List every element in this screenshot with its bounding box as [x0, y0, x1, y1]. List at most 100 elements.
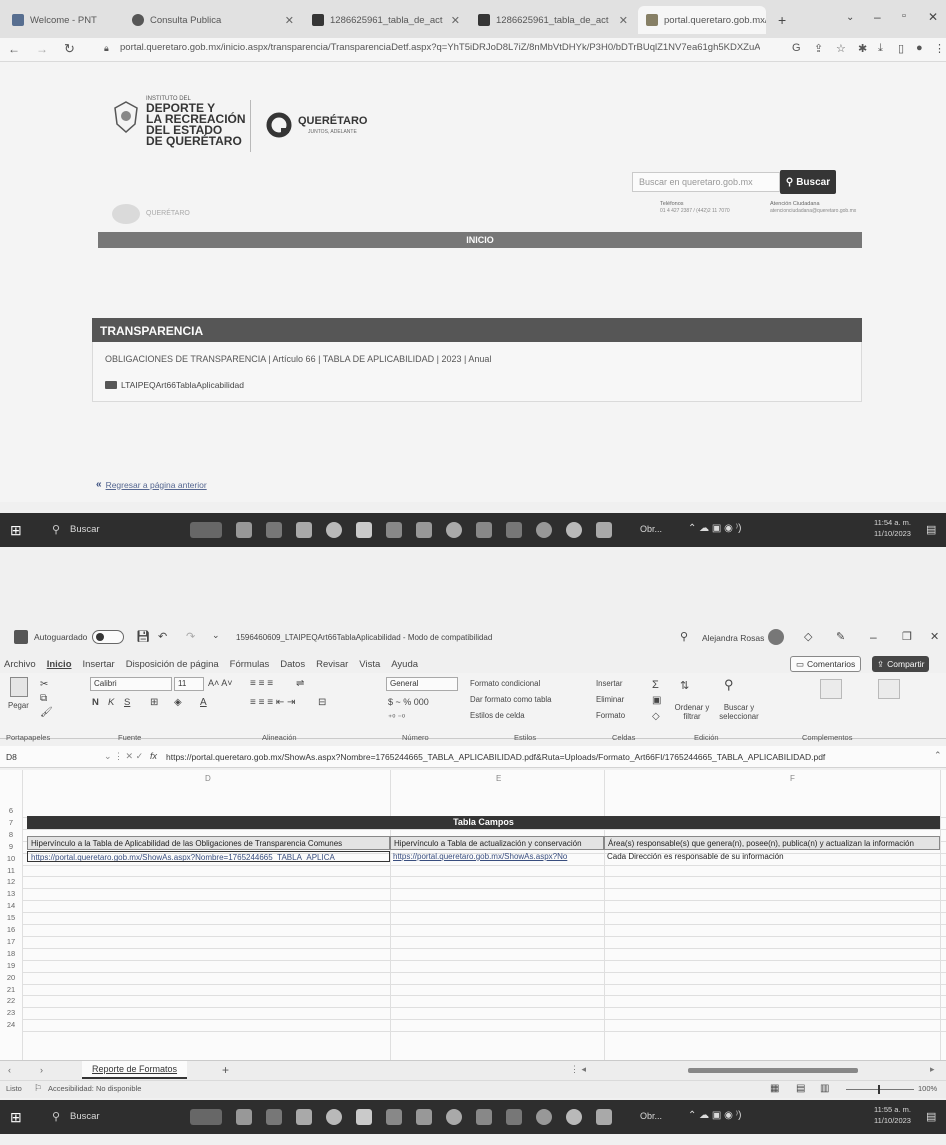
acrobat-icon[interactable]	[296, 522, 312, 538]
sheet-nav-right-icon[interactable]: ›	[40, 1065, 43, 1075]
close-tab-icon[interactable]: ✕	[285, 14, 294, 27]
addin-icon[interactable]	[878, 679, 900, 699]
tab-insertar[interactable]: Insertar	[83, 659, 115, 670]
expand-formula-icon[interactable]: ⌃	[934, 750, 942, 761]
row-header[interactable]: 21	[0, 985, 22, 994]
align-left-icon[interactable]: ≡ ≡ ≡ ⇤ ⇥	[250, 697, 295, 708]
paste-label[interactable]: Pegar	[8, 701, 29, 710]
font-size-select[interactable]: 11	[174, 677, 204, 691]
edge-icon[interactable]	[326, 522, 342, 538]
minimize-icon[interactable]: –	[874, 10, 881, 24]
page-layout-icon[interactable]: ▤	[796, 1083, 805, 1094]
notification-icon[interactable]: ▤	[926, 523, 936, 536]
app-icon[interactable]	[536, 1109, 552, 1125]
fill-color-icon[interactable]: ◈	[174, 697, 182, 708]
tab-ayuda[interactable]: Ayuda	[391, 659, 418, 670]
site-search-button[interactable]: ⚲ Buscar	[780, 170, 836, 194]
browser-tab[interactable]: 1286625961_tabla_de_act ✕	[470, 6, 636, 34]
fill-icon[interactable]: ▣	[652, 695, 661, 706]
app-icon[interactable]	[536, 522, 552, 538]
clock-date[interactable]: 11/10/2023	[874, 1116, 911, 1125]
save-icon[interactable]: 💾︎	[136, 630, 150, 643]
table-cell[interactable]: Cada Dirección es responsable de su info…	[604, 851, 940, 862]
formula-input[interactable]: https://portal.queretaro.gob.mx/ShowAs.a…	[166, 752, 825, 762]
row-header[interactable]: 16	[0, 925, 22, 934]
scroll-right-icon[interactable]: ▸	[930, 1064, 935, 1075]
formula-controls-icon[interactable]: ⌄ ⋮ ✕ ✓	[104, 751, 143, 762]
customize-toolbar-icon[interactable]: ⌄	[212, 630, 220, 641]
file-explorer-icon[interactable]	[356, 1109, 372, 1125]
mail-app-icon[interactable]	[266, 1109, 282, 1125]
minimize-icon[interactable]: –	[870, 630, 877, 644]
worksheet-grid[interactable]: D E F 6 7 8 9 10 11 12 13 14 15 16 17 18 19 20 21 22 23 24	[0, 770, 946, 1060]
zoom-slider[interactable]	[846, 1089, 914, 1090]
browser-tab[interactable]: 1286625961_tabla_de_act ✕	[304, 6, 468, 34]
conditional-format-button[interactable]: Formato condicional	[470, 679, 540, 688]
diamond-icon[interactable]: ◇	[804, 630, 812, 643]
row-header[interactable]: 12	[0, 877, 22, 886]
mail-app-icon[interactable]	[266, 522, 282, 538]
url-text[interactable]: portal.queretaro.gob.mx/inicio.aspx/tran…	[120, 42, 760, 58]
row-header[interactable]: 15	[0, 913, 22, 922]
teams-icon[interactable]	[386, 1109, 402, 1125]
profile-icon[interactable]: ●	[916, 42, 923, 54]
column-header-d[interactable]: D	[205, 774, 211, 783]
task-view-icon[interactable]	[236, 1109, 252, 1125]
italic-icon[interactable]: K	[108, 697, 114, 708]
system-tray-icons[interactable]: ⌃ ☁ ▣ ◉ ⁾)	[688, 523, 741, 534]
search-icon[interactable]: ⚲	[52, 523, 60, 536]
selected-cell[interactable]: https://portal.queretaro.gob.mx/ShowAs.a…	[27, 851, 390, 862]
system-tray-icons[interactable]: ⌃ ☁ ▣ ◉ ⁾)	[688, 1110, 741, 1121]
tab-revisar[interactable]: Revisar	[316, 659, 348, 670]
borders-icon[interactable]: ⊞	[150, 697, 158, 708]
browser-tab[interactable]: Consulta Publica ✕	[124, 6, 302, 34]
file-link[interactable]: LTAIPEQArt66TablaAplicabilidad	[105, 380, 244, 390]
menu-dots-icon[interactable]: ⋮	[934, 42, 945, 55]
wrap-text-icon[interactable]: ⇌	[296, 678, 304, 689]
cell-styles-button[interactable]: Estilos de celda	[470, 711, 525, 720]
sort-filter-icon[interactable]: ⇅	[680, 679, 689, 692]
chrome-icon[interactable]	[446, 522, 462, 538]
document-title[interactable]: 1596460609_LTAIPEQArt66TablaAplicabilida…	[236, 633, 492, 642]
addin-icon[interactable]	[820, 679, 842, 699]
avatar[interactable]	[768, 629, 784, 645]
tab-vista[interactable]: Vista	[359, 659, 380, 670]
weather-widget[interactable]: Obr...	[640, 1111, 662, 1121]
row-header[interactable]: 13	[0, 889, 22, 898]
row-header[interactable]: 24	[0, 1020, 22, 1029]
table-title[interactable]: Tabla Campos	[27, 816, 940, 829]
sheet-nav-left-icon[interactable]: ‹	[8, 1065, 11, 1075]
grow-shrink-font-icon[interactable]: A˄ A˅	[208, 678, 233, 688]
windows-start-icon[interactable]: ⊞	[10, 1109, 22, 1126]
nav-inicio[interactable]: INICIO	[98, 232, 862, 248]
app-icon[interactable]	[506, 522, 522, 538]
reload-icon[interactable]: ↻	[64, 41, 75, 57]
clear-icon[interactable]: ◇	[652, 711, 660, 722]
maximize-icon[interactable]: ▫	[902, 10, 906, 22]
number-format-select[interactable]: General	[386, 677, 458, 691]
insert-cells-button[interactable]: Insertar	[596, 679, 622, 688]
row-header[interactable]: 9	[0, 842, 22, 851]
back-link[interactable]: « Regresar a página anterior	[96, 479, 207, 490]
back-arrow-icon[interactable]: ←	[8, 42, 20, 56]
weather-widget[interactable]: Obr...	[640, 524, 662, 534]
tab-archivo[interactable]: Archivo	[4, 659, 36, 670]
opera-icon[interactable]	[566, 522, 582, 538]
search-icon[interactable]: ⚲	[52, 1110, 60, 1123]
search-icon[interactable]: ⚲	[680, 630, 688, 643]
copy-icon[interactable]: ⧉	[40, 693, 47, 704]
app-icon[interactable]	[596, 522, 612, 538]
normal-view-icon[interactable]: ▦	[770, 1083, 779, 1094]
redo-icon[interactable]: ↷	[186, 630, 195, 643]
row-header[interactable]: 14	[0, 901, 22, 910]
tab-disposicion[interactable]: Disposición de página	[126, 659, 219, 670]
extensions-icon[interactable]: ✱	[858, 42, 867, 55]
row-header[interactable]: 11	[0, 866, 22, 875]
browser-tab-active[interactable]: portal.queretaro.gob.mx/in ✕	[638, 6, 766, 34]
tab-formulas[interactable]: Fórmulas	[230, 659, 270, 670]
share-button[interactable]: ⇪ Compartir	[872, 656, 930, 672]
file-explorer-icon[interactable]	[356, 522, 372, 538]
edge-icon[interactable]	[326, 1109, 342, 1125]
pen-icon[interactable]: ✎	[836, 630, 845, 643]
sheet-tab-reporte[interactable]: Reporte de Formatos	[82, 1061, 188, 1079]
